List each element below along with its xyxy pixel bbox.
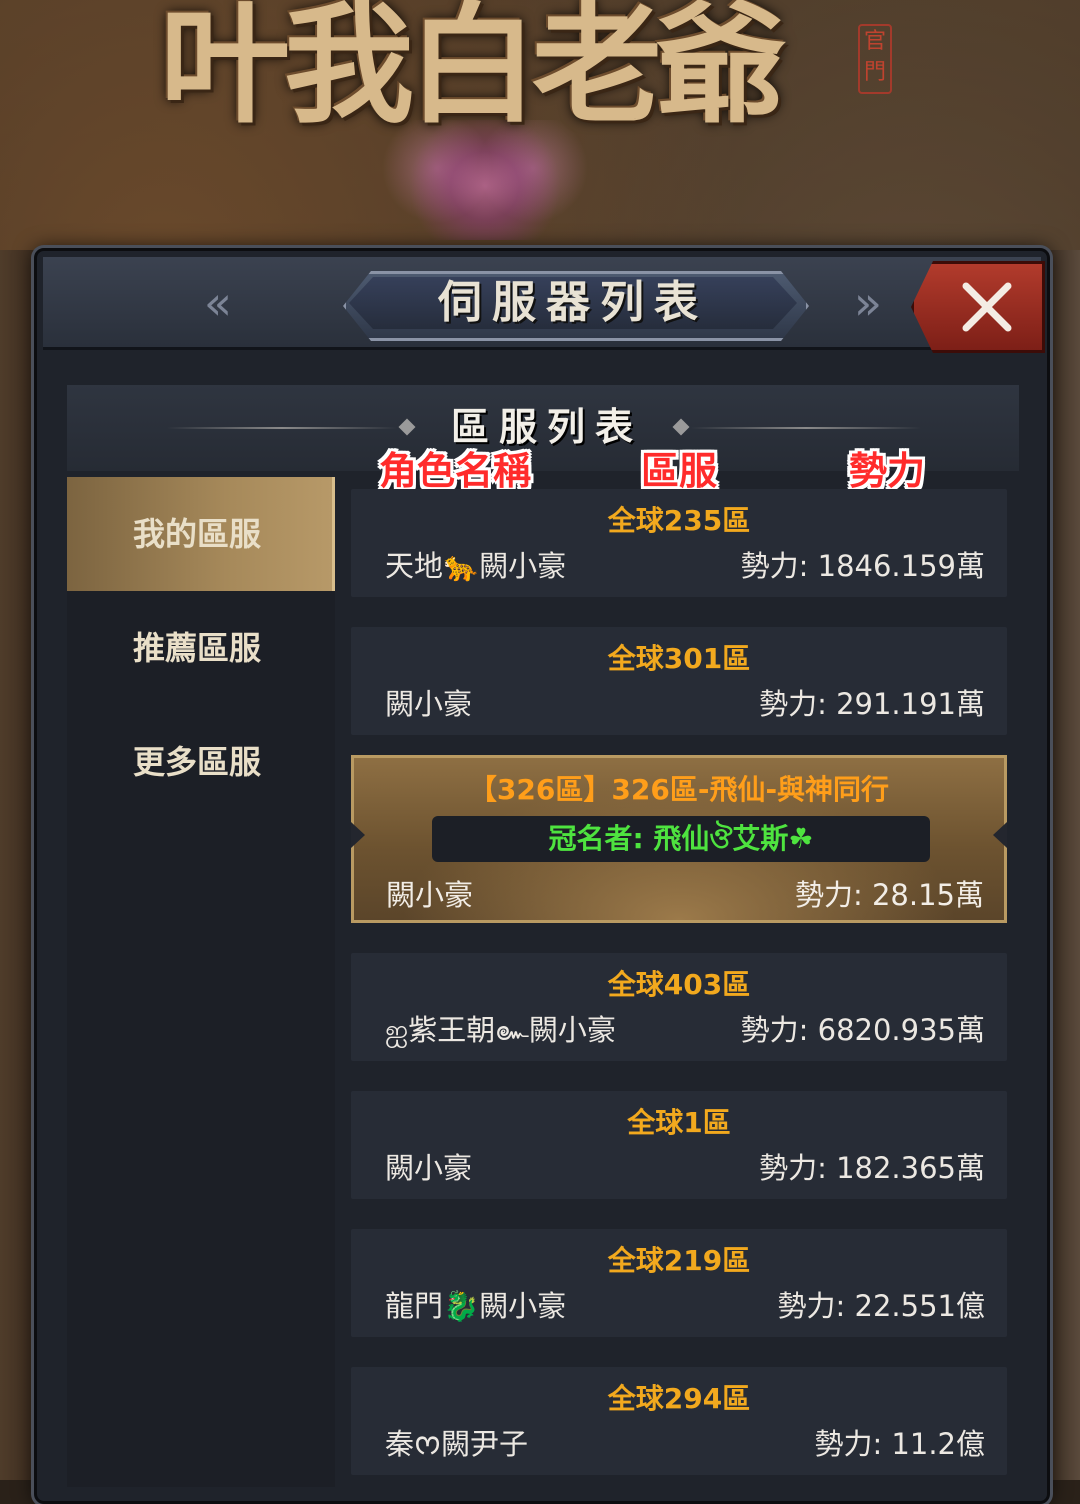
server-zone: 全球294區 (607, 1382, 751, 1415)
server-card[interactable]: 全球219區 龍門🐉闕小豪 勢力: 22.551億 (351, 1229, 1007, 1337)
server-card[interactable]: 全球235區 天地🐆闕小豪 勢力: 1846.159萬 (351, 489, 1007, 597)
cloud-ornament-left-icon: « (203, 276, 233, 330)
power-value: 勢力: 22.551億 (777, 1289, 985, 1323)
server-zone: 全球301區 (607, 642, 751, 675)
power-value: 勢力: 28.15萬 (794, 878, 984, 912)
arrow-left-icon (351, 822, 365, 848)
tab-recommended-servers[interactable]: 推薦區服 (67, 591, 335, 705)
diamond-left-icon (398, 418, 416, 436)
close-button[interactable] (911, 261, 1045, 353)
dialog-header: « 伺服器列表 » (43, 257, 1045, 353)
tab-more-servers[interactable]: 更多區服 (67, 705, 335, 819)
role-name: 天地🐆闕小豪 (385, 549, 567, 583)
divider-left (167, 427, 397, 429)
server-list: 全球235區 天地🐆闕小豪 勢力: 1846.159萬 全球301區 闕小豪 勢… (351, 489, 1007, 1489)
divider-right (691, 427, 921, 429)
logo-seal: 官門 (858, 24, 892, 94)
annotation-power: 勢力 (849, 449, 926, 493)
power-value: 勢力: 1846.159萬 (740, 549, 985, 583)
power-value: 勢力: 11.2億 (814, 1427, 985, 1461)
close-icon (962, 282, 1012, 332)
dialog-title: 伺服器列表 (438, 277, 708, 328)
crown-holder: 冠名者: 飛仙ঔ艾斯☘ (432, 816, 930, 862)
tab-label: 我的區服 (133, 515, 262, 553)
arrow-right-icon (993, 822, 1007, 848)
server-zone: 【326區】326區-飛仙-與神同行 (468, 773, 890, 806)
power-value: 勢力: 182.365萬 (759, 1151, 985, 1185)
role-name: ஐ紫王朝๛闕小豪 (385, 1013, 616, 1047)
role-name: 闕小豪 (385, 1151, 473, 1185)
server-card[interactable]: 全球294區 秦ᰔ闕尹子 勢力: 11.2億 (351, 1367, 1007, 1475)
tab-my-servers[interactable]: 我的區服 (67, 477, 335, 591)
server-list-dialog: « 伺服器列表 » 區服列表 角色名稱 區服 勢力 我的區服 推薦區服 更多區服 (34, 248, 1050, 1504)
diamond-right-icon (672, 418, 690, 436)
server-zone: 全球219區 (607, 1244, 751, 1277)
role-name: 秦ᰔ闕尹子 (385, 1427, 529, 1461)
server-zone: 全球403區 (607, 968, 751, 1001)
server-zone: 全球235區 (607, 504, 751, 537)
role-name: 龍門🐉闕小豪 (385, 1289, 567, 1323)
cloud-ornament-right-icon: » (853, 276, 883, 330)
sidebar: 我的區服 推薦區服 更多區服 (67, 477, 335, 1487)
tab-label: 推薦區服 (133, 629, 262, 667)
power-value: 勢力: 6820.935萬 (740, 1013, 985, 1047)
server-card[interactable]: 全球1區 闕小豪 勢力: 182.365萬 (351, 1091, 1007, 1199)
server-zone: 全球1區 (627, 1106, 731, 1139)
tab-label: 更多區服 (133, 743, 262, 781)
annotation-server: 區服 (641, 449, 718, 493)
role-name: 闕小豪 (385, 687, 473, 721)
role-name: 闕小豪 (386, 878, 474, 912)
annotation-role-name: 角色名稱 (379, 449, 532, 493)
server-card[interactable]: 全球301區 闕小豪 勢力: 291.191萬 (351, 627, 1007, 735)
game-logo: 叶我白老爺 (160, 0, 786, 141)
server-card[interactable]: 全球403區 ஐ紫王朝๛闕小豪 勢力: 6820.935萬 (351, 953, 1007, 1061)
power-value: 勢力: 291.191萬 (759, 687, 985, 721)
featured-server-card[interactable]: 【326區】326區-飛仙-與神同行 冠名者: 飛仙ঔ艾斯☘ 闕小豪 勢力: 2… (351, 755, 1007, 923)
